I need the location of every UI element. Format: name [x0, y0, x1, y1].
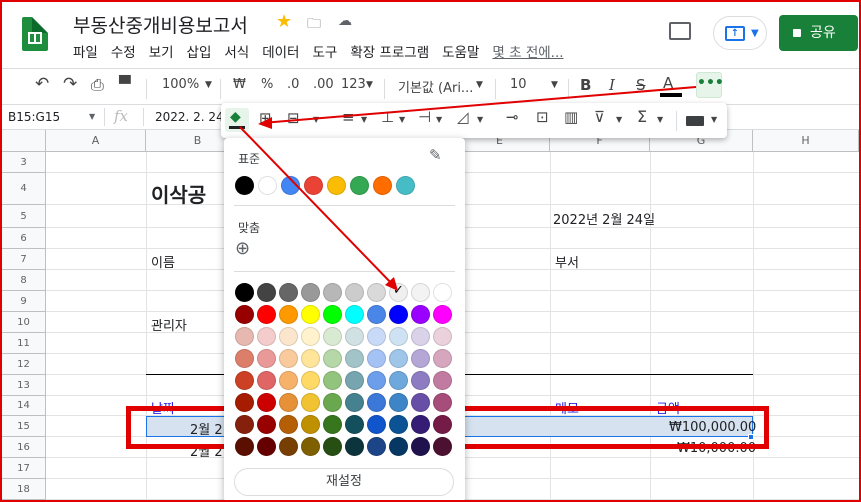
annotation-arrows	[239, 86, 697, 291]
